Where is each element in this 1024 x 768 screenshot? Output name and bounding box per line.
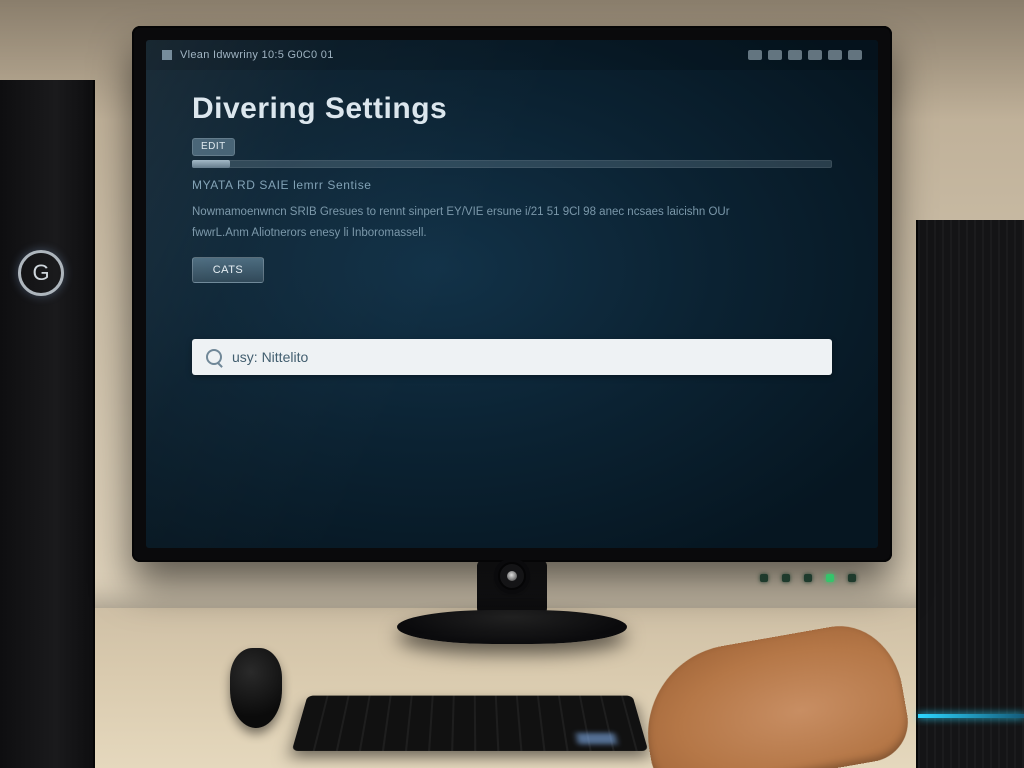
description-line: fwwrL.Anm Aliotnerors enesy li Inboromas… <box>192 225 806 243</box>
app-icon <box>162 50 172 60</box>
output-text: usy: Nittelito <box>232 349 308 365</box>
window-titlebar: Vlean Idwwriny 10:5 G0C0 01 <box>146 40 878 70</box>
tray-icon[interactable] <box>768 50 782 60</box>
tray-icon[interactable] <box>748 50 762 60</box>
pc-tower-right <box>916 220 1024 768</box>
progress-fill <box>192 160 230 168</box>
tray-icon[interactable] <box>848 50 862 60</box>
progress-track <box>192 160 832 168</box>
page-content: Divering Settings EDIT MYATA RD SAIE lem… <box>146 70 878 375</box>
progress-bar <box>192 160 832 168</box>
keyboard <box>292 696 648 751</box>
screen: Vlean Idwwriny 10:5 G0C0 01 Divering Set… <box>146 40 878 548</box>
tray-icon[interactable] <box>788 50 802 60</box>
search-icon <box>206 349 222 365</box>
monitor-bezel: Vlean Idwwriny 10:5 G0C0 01 Divering Set… <box>132 26 892 562</box>
tower-logo-icon: G <box>18 250 64 296</box>
tray-icon[interactable] <box>808 50 822 60</box>
description-line: Nowmamoenwncn SRIB Gresues to rennt sinp… <box>192 204 806 222</box>
page-heading: Divering Settings <box>192 92 832 126</box>
description-text: Nowmamoenwncn SRIB Gresues to rennt sinp… <box>192 204 806 243</box>
monitor-brand-icon <box>498 562 526 590</box>
monitor-stand-base <box>397 610 627 644</box>
pc-tower-left: G <box>0 80 95 768</box>
tray-icon[interactable] <box>828 50 842 60</box>
system-tray <box>748 50 862 60</box>
monitor-control-leds <box>760 574 856 582</box>
mouse <box>230 648 282 728</box>
primary-action-button[interactable]: CATS <box>192 257 264 283</box>
search-output-field[interactable]: usy: Nittelito <box>192 339 832 375</box>
window-title: Vlean Idwwriny 10:5 G0C0 01 <box>180 49 334 61</box>
category-badge[interactable]: EDIT <box>192 138 235 156</box>
photo-scene: G Vlean Idwwriny 10:5 G0C0 01 <box>0 0 1024 768</box>
section-subheading: MYATA RD SAIE lemrr Sentise <box>192 178 832 192</box>
